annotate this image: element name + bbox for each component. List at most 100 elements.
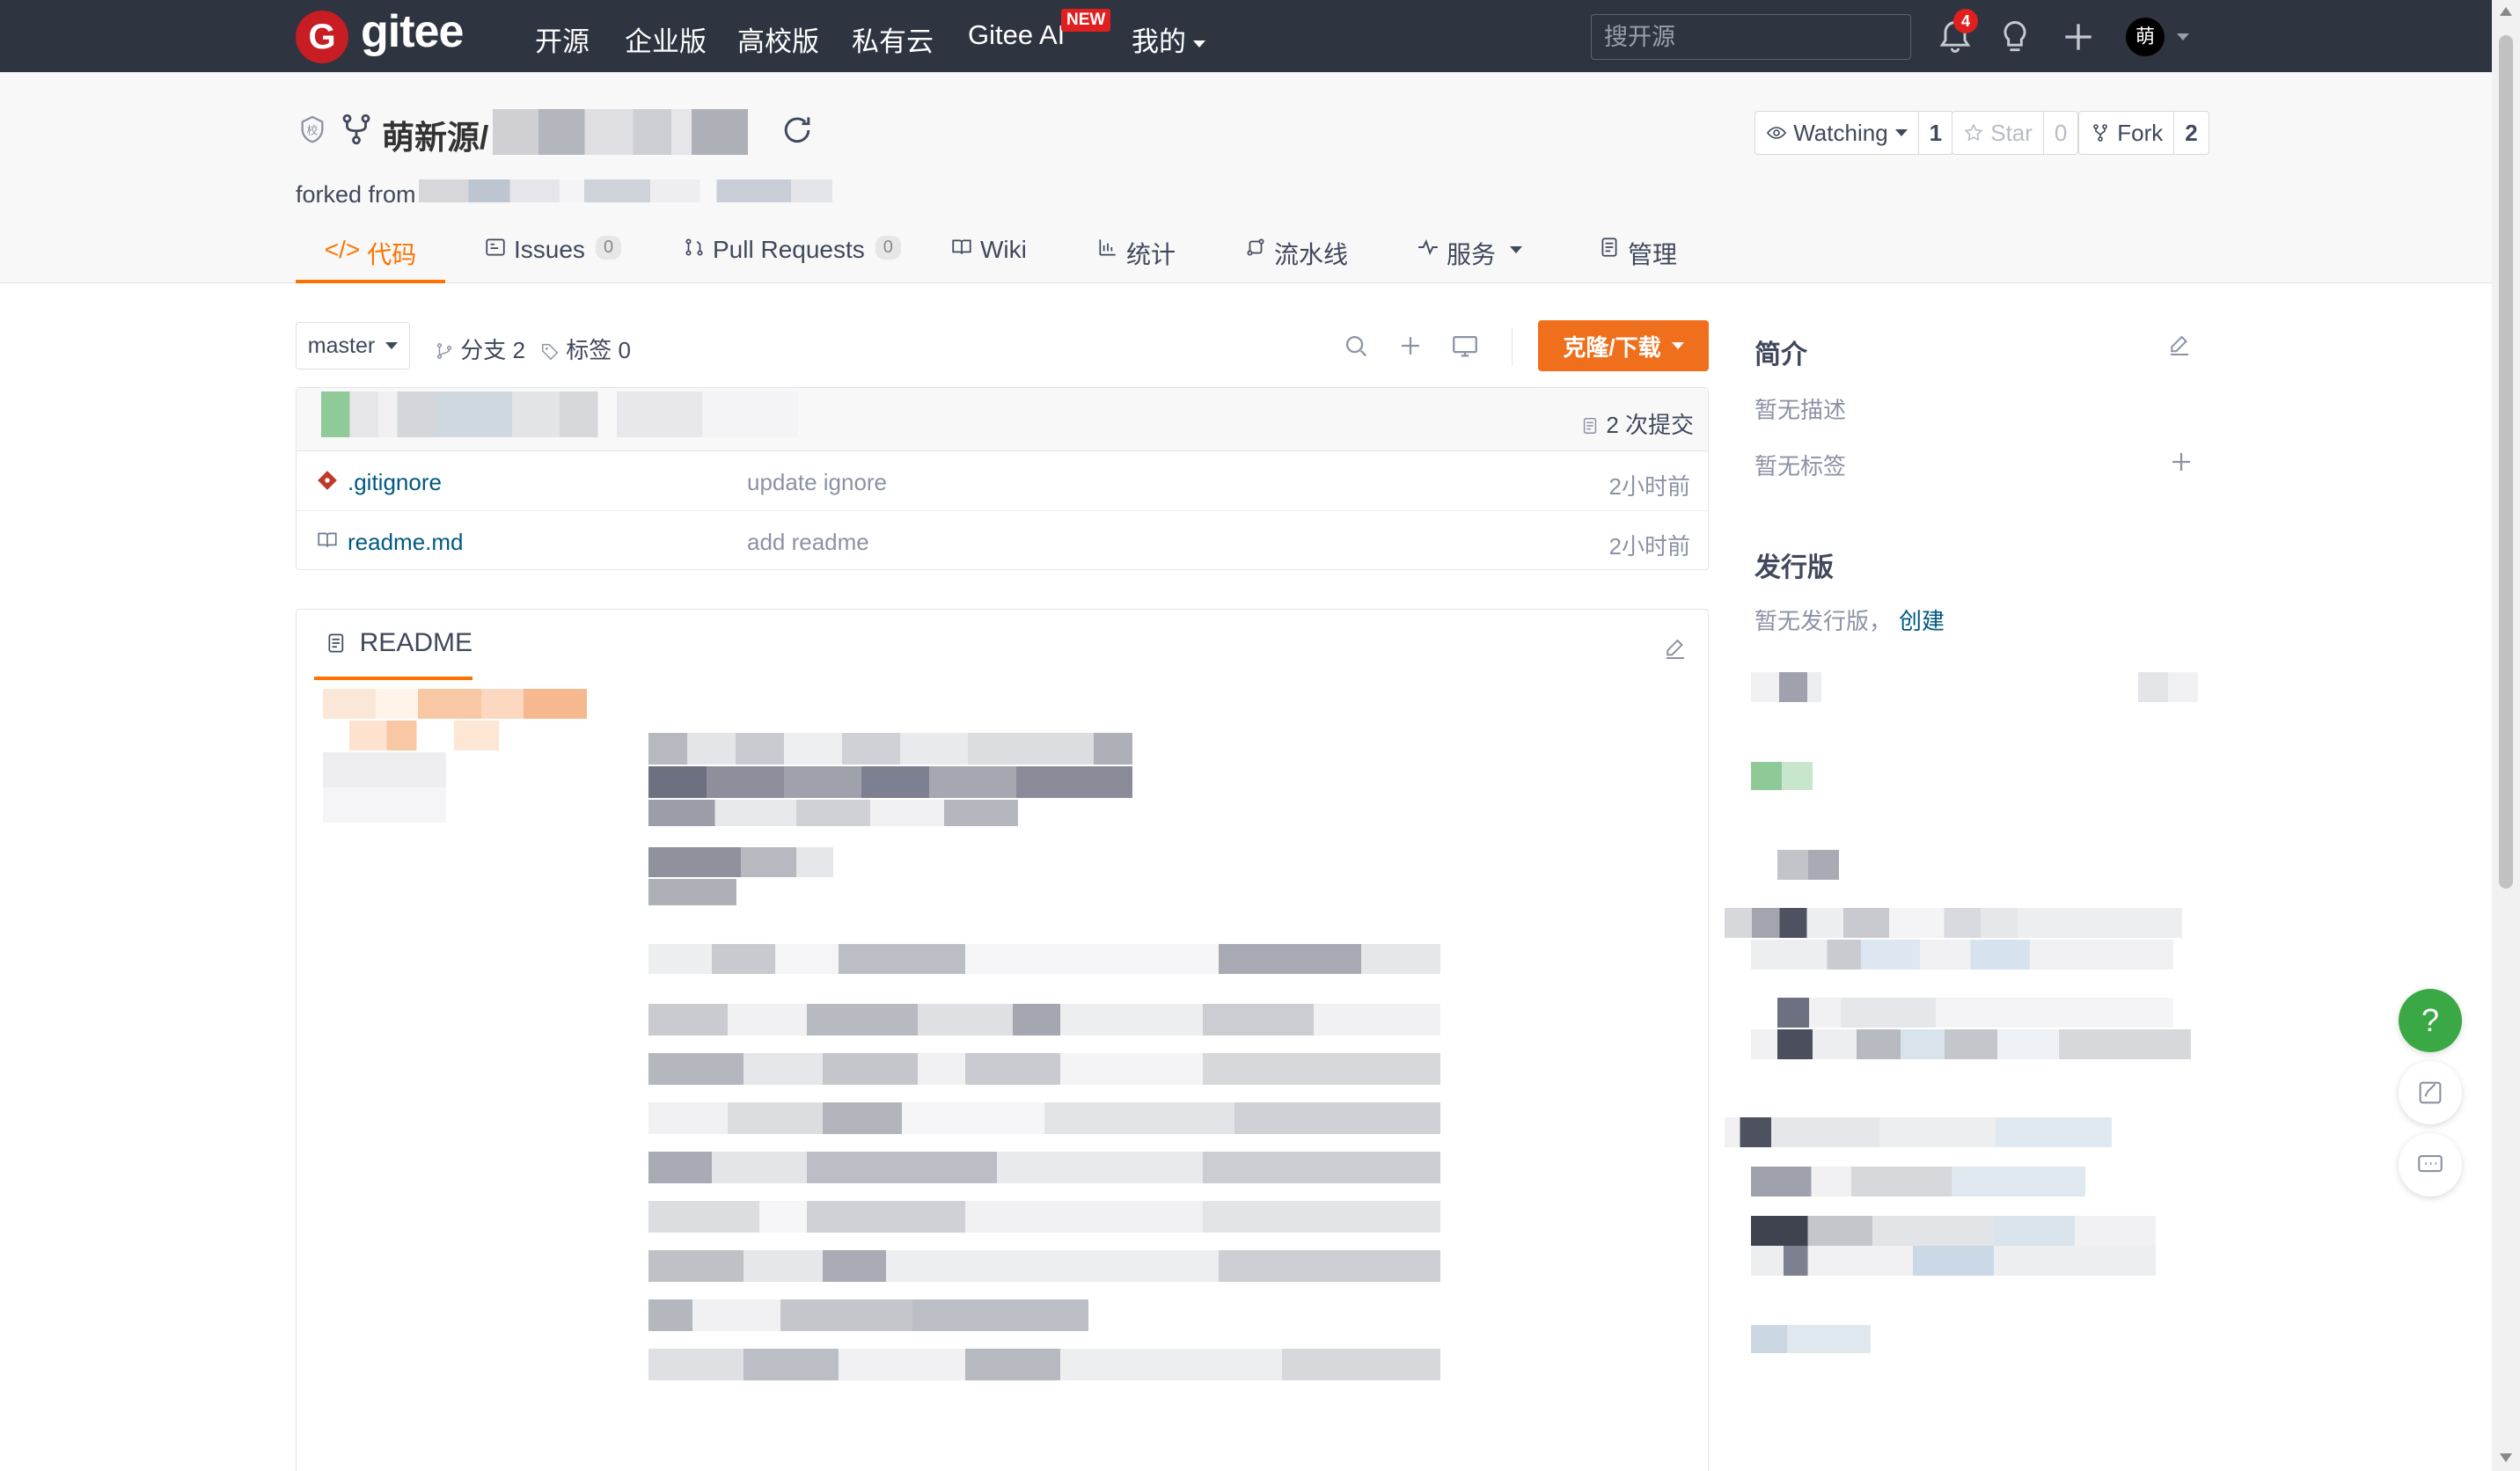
pulse-icon <box>1418 238 1438 256</box>
branches-count: 分支 2 <box>460 337 525 363</box>
no-releases-label: 暂无发行版， <box>1754 608 1893 634</box>
gitee-logo-text[interactable]: gitee <box>361 5 464 58</box>
lightbulb-icon[interactable] <box>1996 18 2034 56</box>
fork-small-icon <box>2093 124 2107 142</box>
tab-stats[interactable]: 统计 <box>1096 236 1176 283</box>
clone-download-label: 克隆/下载 <box>1563 333 1661 361</box>
forked-from-label: forked from <box>296 181 416 208</box>
watch-button[interactable]: Watching 1 <box>1754 111 1954 155</box>
redacted-repo-name[interactable] <box>493 109 748 155</box>
pipeline-icon <box>1247 238 1264 256</box>
edit-intro-icon[interactable] <box>2166 333 2193 359</box>
releases-title: 发行版 <box>1754 553 1834 582</box>
book-icon <box>952 239 971 254</box>
new-badge: NEW <box>1061 9 1111 32</box>
redacted-commit-info[interactable] <box>321 392 798 437</box>
web-ide-icon[interactable] <box>1450 331 1480 361</box>
branch-icon <box>436 343 452 359</box>
tab-code[interactable]: </> 代码 <box>296 236 445 283</box>
notification-count-badge: 4 <box>1953 9 1978 33</box>
tab-stats-label: 统计 <box>1126 241 1176 268</box>
help-button[interactable]: ? <box>2399 989 2462 1052</box>
fork-count[interactable]: 2 <box>2174 112 2208 154</box>
sync-icon[interactable] <box>778 111 817 150</box>
repo-owner-link[interactable]: 萌新源/ <box>382 111 488 158</box>
tab-pull-requests-label: Pull Requests <box>713 236 865 263</box>
code-icon: </> <box>324 236 361 263</box>
commit-count-text: 2 次提交 <box>1606 412 1694 438</box>
watch-label: Watching <box>1793 119 1888 146</box>
tab-pull-requests[interactable]: Pull Requests 0 <box>683 236 901 283</box>
avatar-menu-chevron-icon[interactable] <box>2177 33 2189 40</box>
tab-wiki[interactable]: Wiki <box>950 236 1027 283</box>
user-avatar[interactable]: 萌 <box>2126 18 2165 56</box>
branch-select-label: master <box>307 333 376 358</box>
feedback-edit-icon <box>2419 1081 2442 1104</box>
services-chevron-down-icon <box>1510 246 1523 253</box>
add-file-icon[interactable] <box>1396 331 1425 361</box>
eye-icon <box>1767 127 1786 139</box>
git-file-icon <box>318 471 337 490</box>
file-row[interactable]: .gitignore update ignore 2小时前 <box>297 451 1708 511</box>
star-button[interactable]: Star 0 <box>1952 111 2079 155</box>
tab-manage[interactable]: 管理 <box>1598 236 1677 283</box>
tags-link[interactable]: 标签 0 <box>540 333 631 365</box>
scroll-up-arrow-icon[interactable] <box>2500 7 2512 16</box>
scroll-thumb[interactable] <box>2499 35 2513 889</box>
issues-icon <box>486 238 505 256</box>
manage-icon <box>1601 238 1617 257</box>
gitee-logo-icon[interactable]: G <box>296 11 348 63</box>
edit-icon[interactable] <box>1662 636 1689 662</box>
nav-link-open-source[interactable]: 开源 <box>535 19 590 59</box>
fork-icon <box>342 113 370 145</box>
star-count[interactable]: 0 <box>2044 112 2077 154</box>
pull-requests-count-badge: 0 <box>875 236 901 260</box>
branch-chevron-down-icon <box>385 342 399 349</box>
search-icon[interactable] <box>1341 331 1371 361</box>
nav-link-university[interactable]: 高校版 <box>737 19 819 59</box>
chat-button[interactable] <box>2399 1133 2462 1197</box>
commit-count-link[interactable]: 2 次提交 <box>1580 407 1694 440</box>
search-input[interactable] <box>1591 14 1911 60</box>
add-tag-icon[interactable] <box>2168 449 2194 475</box>
clone-chevron-down-icon <box>1671 342 1684 349</box>
nav-link-gitee-ai[interactable]: Gitee AI <box>968 19 1065 51</box>
latest-commit-row: 2 次提交 <box>297 388 1708 451</box>
pull-request-icon <box>685 238 703 256</box>
tab-code-label: 代码 <box>367 241 417 268</box>
tab-pipeline[interactable]: 流水线 <box>1244 236 1348 283</box>
tab-services[interactable]: 服务 <box>1417 236 1523 283</box>
scroll-down-arrow-icon[interactable] <box>2500 1453 2512 1462</box>
file-name[interactable]: readme.md <box>348 529 464 556</box>
plus-icon[interactable] <box>2059 18 2098 56</box>
watch-count[interactable]: 1 <box>1919 112 1952 154</box>
tab-issues[interactable]: Issues 0 <box>484 236 622 283</box>
readme-tab[interactable]: README <box>314 610 472 680</box>
redacted-forked-source[interactable] <box>419 179 832 202</box>
fork-button[interactable]: Fork 2 <box>2078 111 2209 155</box>
nav-link-private-cloud[interactable]: 私有云 <box>852 19 934 59</box>
file-name[interactable]: .gitignore <box>348 469 442 496</box>
nav-link-enterprise[interactable]: 企业版 <box>625 19 707 59</box>
feedback-button[interactable] <box>2399 1061 2462 1124</box>
clone-download-button[interactable]: 克隆/下载 <box>1538 320 1709 371</box>
file-commit-message[interactable]: update ignore <box>747 469 887 496</box>
create-release-link[interactable]: 创建 <box>1899 608 1945 634</box>
redacted-sidebar-content <box>1725 669 2209 1355</box>
no-releases-text: 暂无发行版， 创建 <box>1754 604 1945 636</box>
chat-icon <box>2418 1155 2443 1173</box>
branch-select[interactable]: master <box>296 322 410 370</box>
readme-panel: README <box>296 609 1709 1471</box>
repo-header: 校 萌新源/ forked from Watching 1 Star 0 For… <box>0 72 2492 283</box>
tag-icon <box>542 343 559 361</box>
branches-link[interactable]: 分支 2 <box>435 333 525 365</box>
page-scrollbar[interactable] <box>2492 0 2520 1471</box>
nav-link-mine[interactable]: 我的 <box>1132 19 1205 59</box>
file-row[interactable]: readme.md add readme 2小时前 <box>297 511 1708 571</box>
no-tags-text: 暂无标签 <box>1754 453 1847 479</box>
readme-file-icon <box>318 532 337 547</box>
school-badge-text: 校 <box>307 124 319 137</box>
star-label: Star <box>1990 119 2033 146</box>
bar-chart-icon <box>1099 239 1116 256</box>
file-commit-message[interactable]: add readme <box>747 529 869 556</box>
